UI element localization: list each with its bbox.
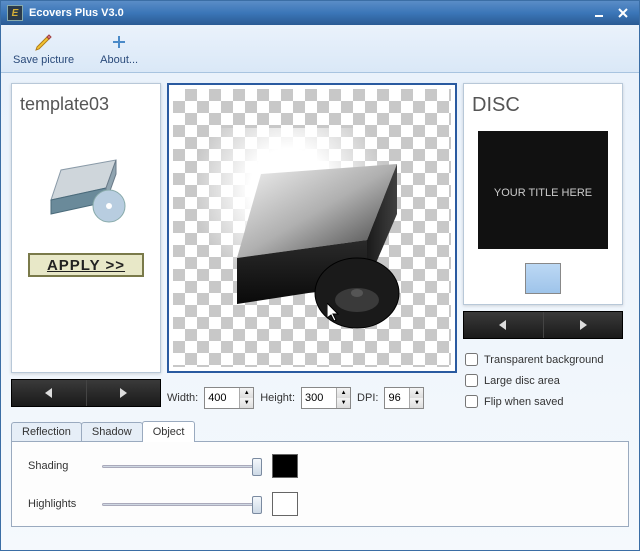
toolbar: Save picture About...	[1, 25, 639, 73]
triangle-right-icon	[579, 320, 587, 330]
disc-thumb-text: YOUR TITLE HERE	[494, 187, 592, 199]
flip-label: Flip when saved	[484, 396, 564, 408]
tab-strip: Reflection Shadow Object	[11, 419, 629, 441]
about-button[interactable]: About...	[96, 30, 142, 68]
dimensions-row: Width: ▲▼ Height: ▲▼ DPI: ▲▼	[167, 387, 457, 409]
width-up[interactable]: ▲	[240, 388, 253, 398]
close-button[interactable]	[613, 5, 633, 21]
pencil-icon	[34, 32, 54, 52]
highlights-color-box[interactable]	[272, 492, 298, 516]
width-label: Width:	[167, 392, 198, 404]
apply-button[interactable]: APPLY >>	[28, 253, 144, 277]
triangle-right-icon	[119, 388, 127, 398]
checker-background	[173, 89, 451, 367]
width-down[interactable]: ▼	[240, 398, 253, 408]
cursor-icon	[327, 303, 341, 323]
template-title: template03	[20, 94, 152, 115]
about-label: About...	[100, 54, 138, 66]
dpi-input[interactable]	[385, 388, 409, 408]
options-checks: Transparent background Large disc area F…	[463, 353, 623, 408]
highlights-slider[interactable]	[102, 495, 262, 513]
large-disc-label: Large disc area	[484, 375, 560, 387]
tab-reflection[interactable]: Reflection	[11, 422, 82, 441]
flip-check[interactable]: Flip when saved	[465, 395, 623, 408]
large-disc-check[interactable]: Large disc area	[465, 374, 623, 387]
template-nav	[11, 379, 161, 407]
disc-color-swatch[interactable]	[525, 263, 561, 294]
shading-row: Shading	[28, 454, 612, 478]
save-picture-button[interactable]: Save picture	[9, 30, 78, 68]
highlights-thumb[interactable]	[252, 496, 262, 514]
window-title: Ecovers Plus V3.0	[29, 7, 589, 19]
shading-label: Shading	[28, 460, 92, 472]
transparent-bg-checkbox[interactable]	[465, 353, 478, 366]
save-picture-label: Save picture	[13, 54, 74, 66]
tabs-area: Reflection Shadow Object Shading Highlig…	[11, 419, 629, 527]
plus-icon	[109, 32, 129, 52]
shading-slider[interactable]	[102, 457, 262, 475]
height-input[interactable]	[302, 388, 336, 408]
template-panel: template03 APPLY >>	[11, 83, 161, 373]
minimize-button[interactable]	[589, 5, 609, 21]
disc-next-button[interactable]	[544, 312, 623, 338]
tab-shadow[interactable]: Shadow	[81, 422, 143, 441]
template-thumbnail	[26, 135, 146, 235]
right-column: DISC YOUR TITLE HERE Transparent backgro…	[463, 83, 623, 409]
dpi-label: DPI:	[357, 392, 378, 404]
flip-checkbox[interactable]	[465, 395, 478, 408]
shading-color-box[interactable]	[272, 454, 298, 478]
slider-track	[102, 503, 262, 506]
app-icon: E	[7, 5, 23, 21]
width-spinner[interactable]: ▲▼	[204, 387, 254, 409]
width-input[interactable]	[205, 388, 239, 408]
template-prev-button[interactable]	[12, 380, 87, 406]
height-label: Height:	[260, 392, 295, 404]
highlights-label: Highlights	[28, 498, 92, 510]
triangle-left-icon	[499, 320, 507, 330]
rendered-object	[197, 128, 427, 328]
disc-panel: DISC YOUR TITLE HERE	[463, 83, 623, 305]
disc-thumbnail: YOUR TITLE HERE	[478, 131, 608, 249]
large-disc-checkbox[interactable]	[465, 374, 478, 387]
disc-nav	[463, 311, 623, 339]
dpi-spinner[interactable]: ▲▼	[384, 387, 424, 409]
transparent-bg-check[interactable]: Transparent background	[465, 353, 623, 366]
highlights-row: Highlights	[28, 492, 612, 516]
content-area: template03 APPLY >>	[1, 73, 639, 415]
dpi-up[interactable]: ▲	[410, 388, 423, 398]
dpi-down[interactable]: ▼	[410, 398, 423, 408]
height-up[interactable]: ▲	[337, 388, 350, 398]
shading-thumb[interactable]	[252, 458, 262, 476]
app-window: E Ecovers Plus V3.0 Save picture About..…	[0, 0, 640, 551]
height-down[interactable]: ▼	[337, 398, 350, 408]
left-column: template03 APPLY >>	[11, 83, 161, 409]
tab-object[interactable]: Object	[142, 421, 196, 442]
close-icon	[618, 8, 628, 18]
triangle-left-icon	[45, 388, 53, 398]
template-next-button[interactable]	[87, 380, 161, 406]
disc-prev-button[interactable]	[464, 312, 544, 338]
disc-title: DISC	[472, 94, 614, 117]
center-column: Width: ▲▼ Height: ▲▼ DPI: ▲▼	[167, 83, 457, 409]
slider-track	[102, 465, 262, 468]
titlebar: E Ecovers Plus V3.0	[1, 1, 639, 25]
height-spinner[interactable]: ▲▼	[301, 387, 351, 409]
transparent-bg-label: Transparent background	[484, 354, 603, 366]
tab-body-object: Shading Highlights	[11, 441, 629, 527]
minimize-icon	[594, 8, 604, 18]
preview-canvas[interactable]	[167, 83, 457, 373]
